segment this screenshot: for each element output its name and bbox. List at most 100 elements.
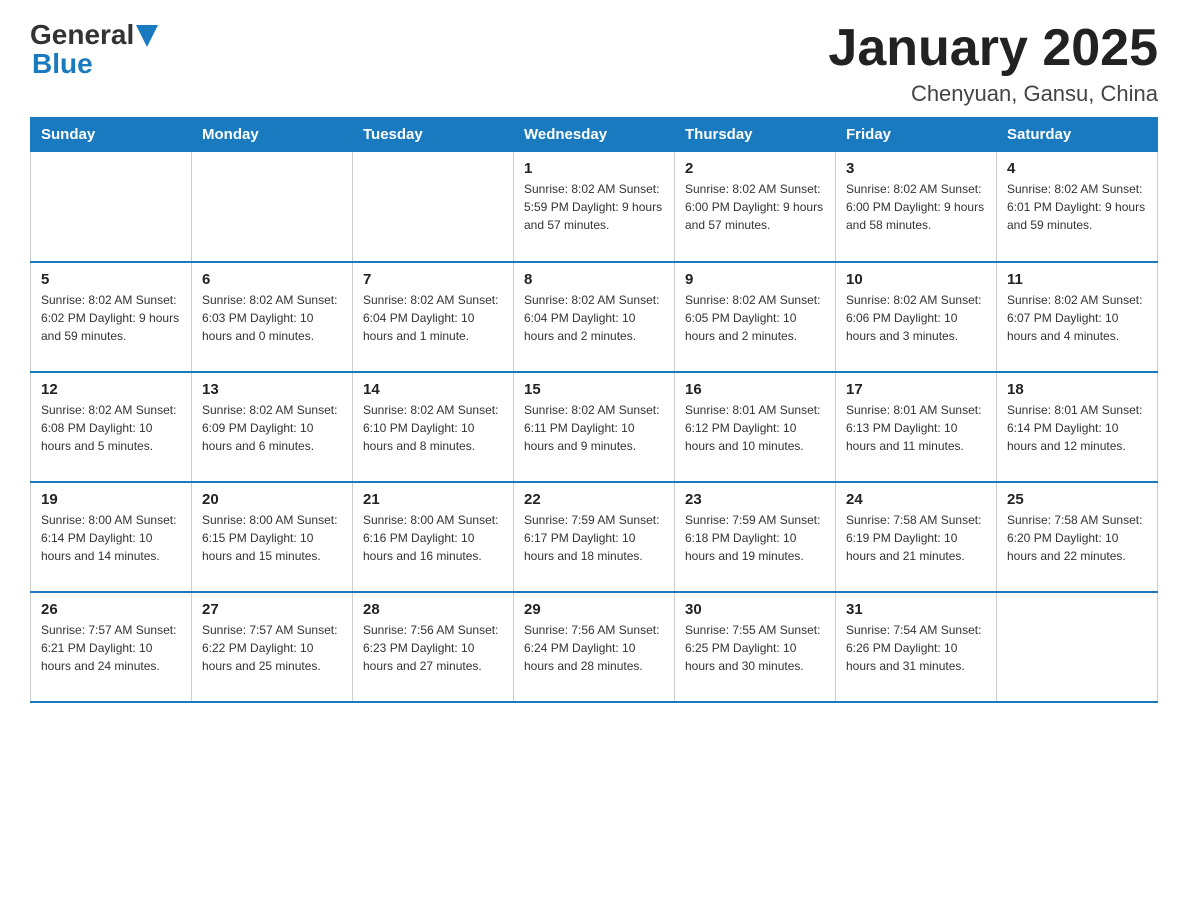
table-row: 19 Sunrise: 8:00 AM Sunset: 6:14 PM Dayli…: [31, 482, 192, 592]
table-row: 13 Sunrise: 8:02 AM Sunset: 6:09 PM Dayli…: [192, 372, 353, 482]
logo-triangle-icon: [136, 25, 158, 47]
day-info: Sunrise: 8:02 AM Sunset: 6:08 PM Dayligh…: [41, 401, 181, 455]
day-number: 17: [846, 381, 986, 398]
day-number: 25: [1007, 491, 1147, 508]
calendar-row: 19 Sunrise: 8:00 AM Sunset: 6:14 PM Dayli…: [31, 482, 1158, 592]
table-row: 28 Sunrise: 7:56 AM Sunset: 6:23 PM Dayli…: [353, 592, 514, 702]
calendar-row: 5 Sunrise: 8:02 AM Sunset: 6:02 PM Daylig…: [31, 262, 1158, 372]
table-row: 20Sunrise: 8:00 AM Sunset: 6:15 PM Dayli…: [192, 482, 353, 592]
day-info: Sunrise: 8:02 AM Sunset: 6:11 PM Dayligh…: [524, 401, 664, 455]
day-info: Sunrise: 8:00 AM Sunset: 6:16 PM Dayligh…: [363, 511, 503, 565]
logo: General Blue: [30, 20, 158, 80]
day-info: Sunrise: 8:02 AM Sunset: 6:00 PM Dayligh…: [846, 180, 986, 234]
table-row: 3 Sunrise: 8:02 AM Sunset: 6:00 PM Daylig…: [836, 152, 997, 262]
calendar-header-row: Sunday Monday Tuesday Wednesday Thursday…: [31, 118, 1158, 152]
table-row: 18 Sunrise: 8:01 AM Sunset: 6:14 PM Dayli…: [997, 372, 1158, 482]
table-row: 31Sunrise: 7:54 AM Sunset: 6:26 PM Dayli…: [836, 592, 997, 702]
day-number: 14: [363, 381, 503, 398]
day-info: Sunrise: 8:02 AM Sunset: 6:00 PM Dayligh…: [685, 180, 825, 234]
calendar-row: 26 Sunrise: 7:57 AM Sunset: 6:21 PM Dayli…: [31, 592, 1158, 702]
table-row: 22 Sunrise: 7:59 AM Sunset: 6:17 PM Dayli…: [514, 482, 675, 592]
table-row: 5 Sunrise: 8:02 AM Sunset: 6:02 PM Daylig…: [31, 262, 192, 372]
day-number: 20: [202, 491, 342, 508]
day-info: Sunrise: 8:02 AM Sunset: 6:02 PM Dayligh…: [41, 291, 181, 345]
day-number: 2: [685, 160, 825, 177]
day-number: 18: [1007, 381, 1147, 398]
day-number: 19: [41, 491, 181, 508]
table-row: 26 Sunrise: 7:57 AM Sunset: 6:21 PM Dayli…: [31, 592, 192, 702]
table-row: 6 Sunrise: 8:02 AM Sunset: 6:03 PM Daylig…: [192, 262, 353, 372]
day-number: 6: [202, 271, 342, 288]
day-info: Sunrise: 8:01 AM Sunset: 6:14 PM Dayligh…: [1007, 401, 1147, 455]
day-number: 30: [685, 601, 825, 618]
day-info: Sunrise: 7:58 AM Sunset: 6:20 PM Dayligh…: [1007, 511, 1147, 565]
table-row: 2 Sunrise: 8:02 AM Sunset: 6:00 PM Daylig…: [675, 152, 836, 262]
day-number: 26: [41, 601, 181, 618]
day-info: Sunrise: 7:59 AM Sunset: 6:17 PM Dayligh…: [524, 511, 664, 565]
calendar-row: 12Sunrise: 8:02 AM Sunset: 6:08 PM Dayli…: [31, 372, 1158, 482]
day-number: 5: [41, 271, 181, 288]
table-row: 24 Sunrise: 7:58 AM Sunset: 6:19 PM Dayli…: [836, 482, 997, 592]
day-number: 1: [524, 160, 664, 177]
table-row: 8Sunrise: 8:02 AM Sunset: 6:04 PM Daylig…: [514, 262, 675, 372]
day-number: 3: [846, 160, 986, 177]
day-info: Sunrise: 8:02 AM Sunset: 6:07 PM Dayligh…: [1007, 291, 1147, 345]
table-row: 11Sunrise: 8:02 AM Sunset: 6:07 PM Dayli…: [997, 262, 1158, 372]
logo-blue-text: Blue: [32, 49, 93, 80]
day-info: Sunrise: 7:55 AM Sunset: 6:25 PM Dayligh…: [685, 621, 825, 675]
page-header: General Blue January 2025 Chenyuan, Gans…: [30, 20, 1158, 107]
day-number: 23: [685, 491, 825, 508]
title-block: January 2025 Chenyuan, Gansu, China: [828, 20, 1158, 107]
col-saturday: Saturday: [997, 118, 1158, 152]
day-number: 22: [524, 491, 664, 508]
day-info: Sunrise: 7:59 AM Sunset: 6:18 PM Dayligh…: [685, 511, 825, 565]
table-row: 14 Sunrise: 8:02 AM Sunset: 6:10 PM Dayli…: [353, 372, 514, 482]
day-info: Sunrise: 7:57 AM Sunset: 6:22 PM Dayligh…: [202, 621, 342, 675]
day-number: 9: [685, 271, 825, 288]
table-row: 16Sunrise: 8:01 AM Sunset: 6:12 PM Dayli…: [675, 372, 836, 482]
day-info: Sunrise: 8:00 AM Sunset: 6:14 PM Dayligh…: [41, 511, 181, 565]
day-info: Sunrise: 8:02 AM Sunset: 6:03 PM Dayligh…: [202, 291, 342, 345]
day-info: Sunrise: 8:02 AM Sunset: 6:01 PM Dayligh…: [1007, 180, 1147, 234]
day-info: Sunrise: 7:58 AM Sunset: 6:19 PM Dayligh…: [846, 511, 986, 565]
col-wednesday: Wednesday: [514, 118, 675, 152]
day-number: 4: [1007, 160, 1147, 177]
day-number: 7: [363, 271, 503, 288]
day-info: Sunrise: 7:56 AM Sunset: 6:23 PM Dayligh…: [363, 621, 503, 675]
table-row: 25 Sunrise: 7:58 AM Sunset: 6:20 PM Dayli…: [997, 482, 1158, 592]
day-info: Sunrise: 8:02 AM Sunset: 6:04 PM Dayligh…: [363, 291, 503, 345]
table-row: [31, 152, 192, 262]
table-row: [192, 152, 353, 262]
day-info: Sunrise: 7:56 AM Sunset: 6:24 PM Dayligh…: [524, 621, 664, 675]
col-friday: Friday: [836, 118, 997, 152]
table-row: 12Sunrise: 8:02 AM Sunset: 6:08 PM Dayli…: [31, 372, 192, 482]
table-row: 27 Sunrise: 7:57 AM Sunset: 6:22 PM Dayli…: [192, 592, 353, 702]
day-info: Sunrise: 8:01 AM Sunset: 6:13 PM Dayligh…: [846, 401, 986, 455]
table-row: 10Sunrise: 8:02 AM Sunset: 6:06 PM Dayli…: [836, 262, 997, 372]
col-sunday: Sunday: [31, 118, 192, 152]
day-number: 15: [524, 381, 664, 398]
calendar-subtitle: Chenyuan, Gansu, China: [828, 81, 1158, 107]
day-info: Sunrise: 8:02 AM Sunset: 6:09 PM Dayligh…: [202, 401, 342, 455]
table-row: 1Sunrise: 8:02 AM Sunset: 5:59 PM Daylig…: [514, 152, 675, 262]
day-number: 8: [524, 271, 664, 288]
table-row: 4 Sunrise: 8:02 AM Sunset: 6:01 PM Daylig…: [997, 152, 1158, 262]
day-info: Sunrise: 8:02 AM Sunset: 6:05 PM Dayligh…: [685, 291, 825, 345]
day-info: Sunrise: 8:02 AM Sunset: 6:10 PM Dayligh…: [363, 401, 503, 455]
day-info: Sunrise: 7:57 AM Sunset: 6:21 PM Dayligh…: [41, 621, 181, 675]
calendar-table: Sunday Monday Tuesday Wednesday Thursday…: [30, 117, 1158, 703]
col-monday: Monday: [192, 118, 353, 152]
day-number: 27: [202, 601, 342, 618]
table-row: 17 Sunrise: 8:01 AM Sunset: 6:13 PM Dayli…: [836, 372, 997, 482]
day-number: 10: [846, 271, 986, 288]
day-number: 24: [846, 491, 986, 508]
day-number: 21: [363, 491, 503, 508]
day-info: Sunrise: 7:54 AM Sunset: 6:26 PM Dayligh…: [846, 621, 986, 675]
table-row: 7 Sunrise: 8:02 AM Sunset: 6:04 PM Daylig…: [353, 262, 514, 372]
table-row: 23 Sunrise: 7:59 AM Sunset: 6:18 PM Dayli…: [675, 482, 836, 592]
day-info: Sunrise: 8:01 AM Sunset: 6:12 PM Dayligh…: [685, 401, 825, 455]
day-number: 13: [202, 381, 342, 398]
day-number: 29: [524, 601, 664, 618]
table-row: 9 Sunrise: 8:02 AM Sunset: 6:05 PM Daylig…: [675, 262, 836, 372]
day-number: 28: [363, 601, 503, 618]
